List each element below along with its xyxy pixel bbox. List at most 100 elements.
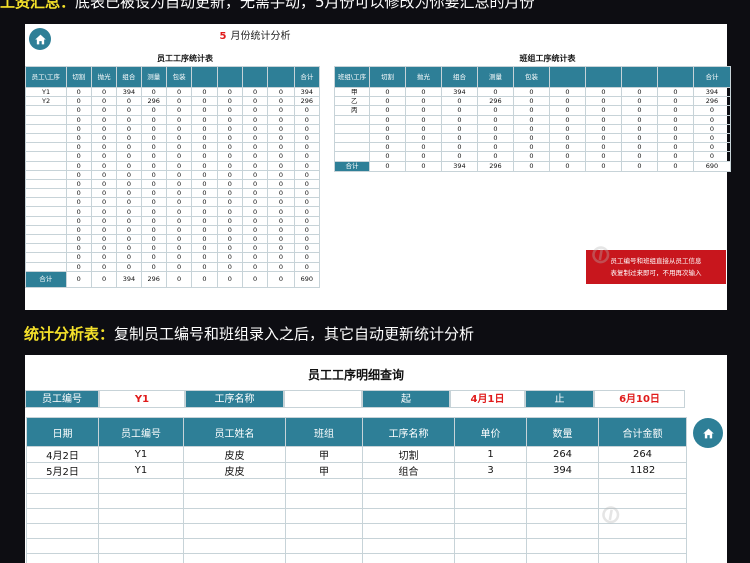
detail-cell[interactable] (98, 538, 184, 554)
value-cell[interactable]: 0 (65, 105, 92, 116)
column-header[interactable]: 抛光 (405, 66, 442, 88)
value-cell[interactable]: 0 (549, 105, 586, 116)
detail-cell[interactable] (26, 493, 99, 509)
value-cell[interactable]: 296 (140, 96, 167, 107)
value-cell[interactable]: 0 (657, 96, 694, 107)
process-name-input[interactable] (284, 390, 362, 408)
detail-cell[interactable] (526, 523, 599, 539)
value-cell[interactable]: 394 (293, 86, 321, 98)
value-cell[interactable]: 0 (369, 105, 406, 116)
detail-cell[interactable] (362, 523, 455, 539)
detail-cell[interactable] (526, 478, 599, 494)
value-cell[interactable]: 0 (549, 96, 586, 107)
value-cell[interactable]: 0 (267, 215, 295, 226)
value-cell[interactable]: 0 (191, 123, 218, 134)
value-cell[interactable]: 0 (241, 252, 269, 263)
value-cell[interactable]: 0 (165, 132, 193, 144)
value-cell[interactable]: 0 (657, 105, 694, 116)
value-cell[interactable]: 0 (293, 252, 321, 263)
value-cell[interactable]: 0 (513, 86, 550, 98)
value-cell[interactable]: 0 (293, 206, 321, 217)
value-cell[interactable]: 0 (293, 224, 321, 236)
value-cell[interactable]: 0 (369, 96, 406, 107)
value-cell[interactable]: 0 (293, 169, 321, 180)
value-cell[interactable]: 0 (90, 105, 118, 116)
value-cell[interactable]: 0 (405, 114, 442, 125)
value-cell[interactable]: 0 (216, 215, 243, 226)
value-cell[interactable]: 0 (140, 188, 167, 199)
value-cell[interactable]: 0 (241, 105, 269, 116)
value-cell[interactable]: 0 (621, 114, 658, 125)
value-cell[interactable]: 0 (241, 142, 269, 153)
value-cell[interactable]: 0 (191, 243, 218, 254)
value-cell[interactable]: 0 (116, 160, 142, 171)
value-cell[interactable]: 0 (191, 188, 218, 199)
value-cell[interactable]: 0 (267, 197, 295, 208)
row-label-cell[interactable] (334, 142, 370, 153)
detail-cell[interactable] (454, 523, 527, 539)
detail-cell[interactable] (285, 478, 363, 494)
value-cell[interactable]: 394 (116, 86, 142, 98)
value-cell[interactable]: 0 (65, 178, 92, 190)
value-cell[interactable]: 0 (216, 206, 243, 217)
column-header[interactable]: 切割 (369, 66, 406, 88)
value-cell[interactable]: 0 (165, 252, 193, 263)
detail-cell[interactable] (362, 538, 455, 554)
value-cell[interactable]: 0 (65, 132, 92, 144)
value-cell[interactable]: 0 (513, 151, 550, 162)
value-cell[interactable]: 0 (116, 206, 142, 217)
value-cell[interactable]: 0 (165, 178, 193, 190)
value-cell[interactable]: 0 (405, 151, 442, 162)
value-cell[interactable]: 0 (513, 114, 550, 125)
row-label-cell[interactable]: Y2 (25, 96, 67, 107)
end-date-input[interactable]: 6月10日 (594, 390, 685, 408)
value-cell[interactable]: 0 (621, 86, 658, 98)
value-cell[interactable]: 0 (90, 233, 118, 245)
value-cell[interactable]: 0 (140, 215, 167, 226)
value-cell[interactable]: 0 (65, 86, 92, 98)
value-cell[interactable]: 0 (116, 224, 142, 236)
value-cell[interactable]: 0 (90, 132, 118, 144)
detail-cell[interactable] (285, 553, 363, 563)
value-cell[interactable]: 0 (477, 151, 514, 162)
value-cell[interactable]: 0 (140, 132, 167, 144)
value-cell[interactable]: 0 (90, 86, 118, 98)
detail-cell[interactable]: 切割 (362, 446, 455, 463)
value-cell[interactable]: 0 (293, 105, 321, 116)
value-cell[interactable]: 0 (216, 160, 243, 171)
value-cell[interactable]: 0 (441, 132, 478, 144)
detail-cell[interactable] (598, 553, 687, 563)
detail-cell[interactable] (285, 538, 363, 554)
value-cell[interactable]: 0 (405, 96, 442, 107)
value-cell[interactable]: 0 (165, 261, 193, 272)
column-header[interactable]: 包装 (165, 66, 193, 88)
value-cell[interactable]: 0 (116, 142, 142, 153)
detail-cell[interactable]: 组合 (362, 462, 455, 479)
detail-column-header[interactable]: 数量 (526, 417, 599, 447)
value-cell[interactable]: 0 (65, 142, 92, 153)
value-cell[interactable]: 0 (65, 197, 92, 208)
column-header[interactable]: 合计 (293, 66, 321, 88)
value-cell[interactable]: 0 (140, 224, 167, 236)
value-cell[interactable]: 0 (65, 169, 92, 180)
value-cell[interactable]: 0 (65, 252, 92, 263)
value-cell[interactable]: 0 (549, 123, 586, 134)
value-cell[interactable]: 0 (191, 197, 218, 208)
detail-cell[interactable]: Y1 (98, 462, 184, 479)
value-cell[interactable]: 0 (585, 123, 622, 134)
row-label-cell[interactable] (334, 114, 370, 125)
value-cell[interactable]: 0 (216, 252, 243, 263)
detail-cell[interactable] (183, 538, 286, 554)
value-cell[interactable]: 0 (477, 105, 514, 116)
detail-cell[interactable]: 264 (526, 446, 599, 463)
value-cell[interactable]: 0 (90, 188, 118, 199)
row-label-cell[interactable] (334, 123, 370, 134)
column-header[interactable]: 组合 (441, 66, 478, 88)
detail-cell[interactable]: 皮皮 (183, 462, 286, 479)
row-label-cell[interactable]: 乙 (334, 96, 370, 107)
value-cell[interactable]: 0 (116, 215, 142, 226)
detail-cell[interactable] (98, 508, 184, 524)
value-cell[interactable]: 0 (165, 243, 193, 254)
row-label-cell[interactable] (25, 224, 67, 236)
value-cell[interactable]: 0 (441, 96, 478, 107)
